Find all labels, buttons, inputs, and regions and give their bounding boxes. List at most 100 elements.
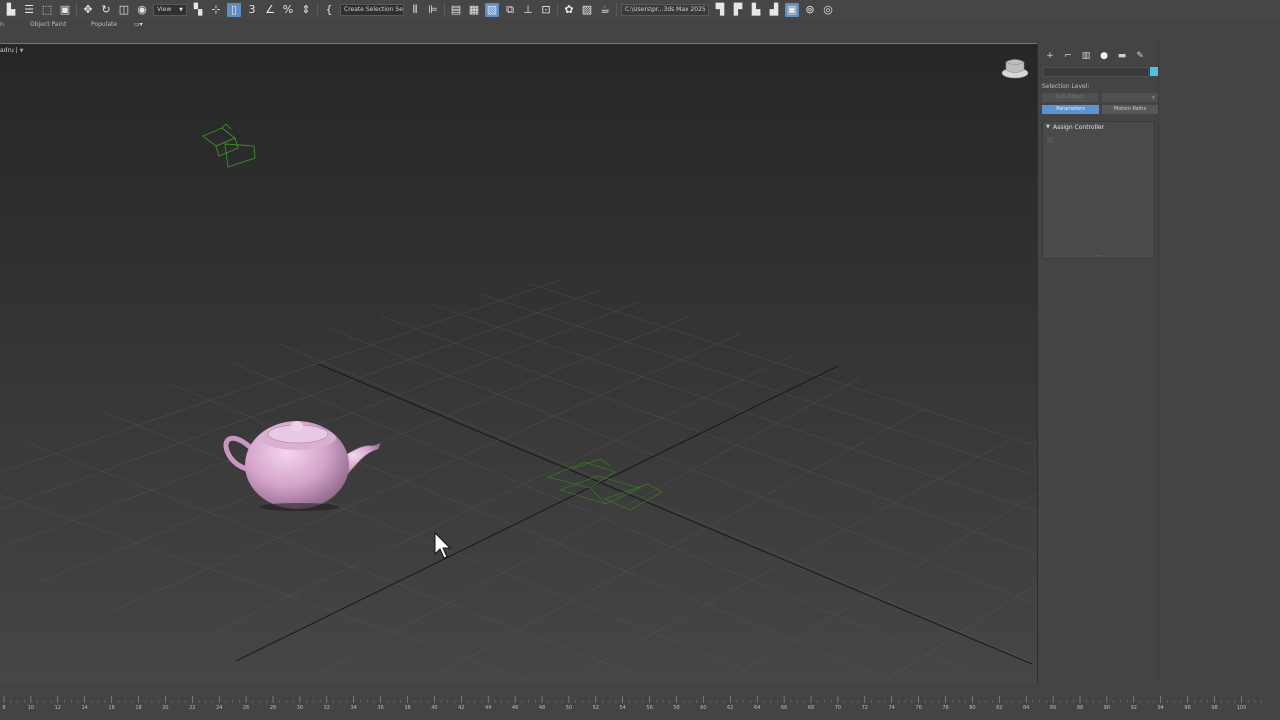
motion-icon: ● xyxy=(1100,51,1108,61)
snaps-toggle-icon[interactable]: 3 xyxy=(245,3,259,17)
ribbon-tab-object-paint[interactable]: Object Paint xyxy=(30,21,66,28)
project-path-dropdown[interactable]: C:\Users\pr...3ds Max 2025▼ xyxy=(621,3,709,16)
angle-snap-icon[interactable]: ∠ xyxy=(263,3,277,17)
select-manipulate-icon[interactable]: ⊹ xyxy=(209,3,223,17)
timeline-tick-label: 44 xyxy=(485,705,492,711)
timeline-tick-label: 74 xyxy=(888,705,895,711)
timeline-tick-label: 8 xyxy=(2,705,6,711)
timeline-tick-label: 86 xyxy=(1049,705,1057,711)
command-panel-tabs: + ⌐ ▥ ● ▬ ✎ xyxy=(1043,50,1151,62)
grid-axes xyxy=(235,363,1033,665)
timeline-tick-label: 78 xyxy=(942,705,949,711)
tab-modify[interactable]: ⌐ xyxy=(1061,50,1075,62)
folder-icon[interactable]: ▛ xyxy=(731,3,745,17)
timeline-labels: 8 10 12 14 16 18 20 22 24 26 28 30 32 34 36 38 40 42 44 46 4… xyxy=(0,705,1280,715)
timeline-tick-label: 30 xyxy=(296,705,304,711)
hierarchy-icon: ▥ xyxy=(1081,51,1091,61)
timeline-tick-label: 18 xyxy=(135,705,142,711)
render-setup-icon[interactable]: ✿ xyxy=(562,3,576,17)
tab-motion[interactable]: ● xyxy=(1097,50,1111,62)
use-pivot-center-icon[interactable]: ▚ xyxy=(191,3,205,17)
ribbon-tab-populate[interactable]: Populate xyxy=(91,21,117,28)
timeline-tick-label: 54 xyxy=(619,705,626,711)
material-editor-icon[interactable]: ⊡ xyxy=(539,3,553,17)
timeline-tick-label: 22 xyxy=(189,705,196,711)
tab-display[interactable]: ▬ xyxy=(1115,50,1129,62)
sub-object-button[interactable]: Sub-Object xyxy=(1042,93,1098,102)
toolbar-separator xyxy=(557,3,558,16)
reference-coordinate-dropdown[interactable]: View ▼ xyxy=(153,3,187,16)
assign-controller-button[interactable] xyxy=(1047,137,1054,143)
timeline-tick-label: 84 xyxy=(1023,705,1030,711)
assign-controller-title[interactable]: Assign Controller xyxy=(1053,124,1104,131)
rollout-collapse-icon[interactable]: ▼ xyxy=(1046,124,1050,130)
toolbar-separator xyxy=(444,3,445,16)
rendered-frame-window-icon[interactable]: ▨ xyxy=(580,3,594,17)
ribbon-edge-tab[interactable]: n xyxy=(0,21,4,28)
3dsmax-window: ▙ ☰ ⬚ ▣ ✥ ↻ ◫ ◉ View ▼ ▚ ⊹ ▯ 3 ∠ % ⇕ { Cr… xyxy=(0,0,1280,720)
named-selection-sets-dropdown[interactable]: Create Selection Set▼ xyxy=(340,3,404,16)
mirror-icon[interactable]: ⫴ xyxy=(408,3,422,17)
timeline-tick-label: 52 xyxy=(592,705,599,711)
timeline-tick-label: 24 xyxy=(216,705,223,711)
align-icon[interactable]: ⊫ xyxy=(426,3,440,17)
keyboard-shortcut-toggle-icon[interactable]: ▯ xyxy=(227,2,241,17)
timeline-tick-label: 48 xyxy=(538,705,546,711)
sub-object-dropdown[interactable]: ▼ xyxy=(1102,93,1158,102)
render-production-icon[interactable]: ☕ xyxy=(598,3,612,17)
viewport-label[interactable]: adru | ▼ xyxy=(0,47,23,54)
timeline-tick-label: 50 xyxy=(565,705,573,711)
select-and-scale-icon[interactable]: ◫ xyxy=(117,3,131,17)
ribbon-bar: n Object Paint Populate ▭▾ xyxy=(0,19,1280,31)
perspective-viewport[interactable]: adru | ▼ xyxy=(0,43,1037,684)
selection-level-label: Selection Level: xyxy=(1042,83,1090,90)
curve-editor-icon[interactable]: ⧉ xyxy=(503,3,517,17)
select-and-place-icon[interactable]: ◉ xyxy=(135,3,149,17)
timeline-track[interactable] xyxy=(0,694,1280,704)
timeline-tick-label: 42 xyxy=(458,705,465,711)
select-and-move-icon[interactable]: ✥ xyxy=(81,3,95,17)
timeline-tick-label: 76 xyxy=(915,705,922,711)
tab-utilities[interactable]: ✎ xyxy=(1133,50,1147,62)
viewcube-icon[interactable] xyxy=(1001,59,1029,79)
parameters-button[interactable]: Parameters xyxy=(1042,105,1099,114)
tab-create[interactable]: + xyxy=(1043,50,1057,62)
timeline-tick-label: 46 xyxy=(511,705,519,711)
autodesk-assistant-icon[interactable]: ◎ xyxy=(821,3,835,17)
timeline-tick-label: 94 xyxy=(1157,705,1164,711)
timeline-tick-label: 20 xyxy=(162,705,169,711)
ribbon-options-icon[interactable]: ▭▾ xyxy=(134,21,143,28)
motion-paths-button[interactable]: Motion Paths xyxy=(1102,105,1158,114)
ribbon-toggle-icon[interactable]: ▧ xyxy=(485,2,499,17)
select-and-rotate-icon[interactable]: ↻ xyxy=(99,3,113,17)
object-name-field[interactable] xyxy=(1043,67,1149,77)
schematic-view-icon[interactable]: ⊥ xyxy=(521,3,535,17)
percent-snap-icon[interactable]: % xyxy=(281,3,295,17)
teapot-object[interactable] xyxy=(223,421,381,511)
selection-region-icon[interactable]: ⬚ xyxy=(40,3,54,17)
timeline-tick-label: 88 xyxy=(1076,705,1084,711)
reference-coordinate-value: View xyxy=(157,5,172,13)
scene-explorer-icon[interactable]: ▤ xyxy=(449,3,463,17)
save-folder-icon[interactable]: ▙ xyxy=(749,3,763,17)
select-by-name-icon[interactable]: ☰ xyxy=(22,3,36,17)
open-project-icon[interactable]: ▜ xyxy=(713,3,727,17)
timeline-tick-label: 80 xyxy=(969,705,976,711)
window-crossing-icon[interactable]: ▣ xyxy=(58,3,72,17)
workspace-toggle-icon[interactable]: ▣ xyxy=(785,2,799,17)
tab-hierarchy[interactable]: ▥ xyxy=(1079,50,1093,62)
undo-scene-icon[interactable]: ▙ xyxy=(4,3,18,17)
layer-explorer-icon[interactable]: ▦ xyxy=(467,3,481,17)
edit-named-selection-icon[interactable]: { xyxy=(322,3,336,17)
timeline-tick-label: 32 xyxy=(323,705,330,711)
time-slider[interactable]: 8 10 12 14 16 18 20 22 24 26 28 30 32 34 36 38 40 42 44 46 4… xyxy=(0,683,1280,720)
project-settings-icon[interactable]: ▟ xyxy=(767,3,781,17)
spinner-snap-icon[interactable]: ⇕ xyxy=(299,3,313,17)
sync-icon[interactable]: ⊚ xyxy=(803,3,817,17)
timeline-tick-label: 38 xyxy=(404,705,411,711)
viewport-scene xyxy=(0,59,1037,684)
camera-object[interactable] xyxy=(202,123,256,168)
command-panel: + ⌐ ▥ ● ▬ ✎ Selection Level: Sub-Object … xyxy=(1037,43,1280,683)
rollout-resize-handle[interactable]: .... xyxy=(1043,253,1154,258)
command-panel-divider xyxy=(1158,43,1159,683)
